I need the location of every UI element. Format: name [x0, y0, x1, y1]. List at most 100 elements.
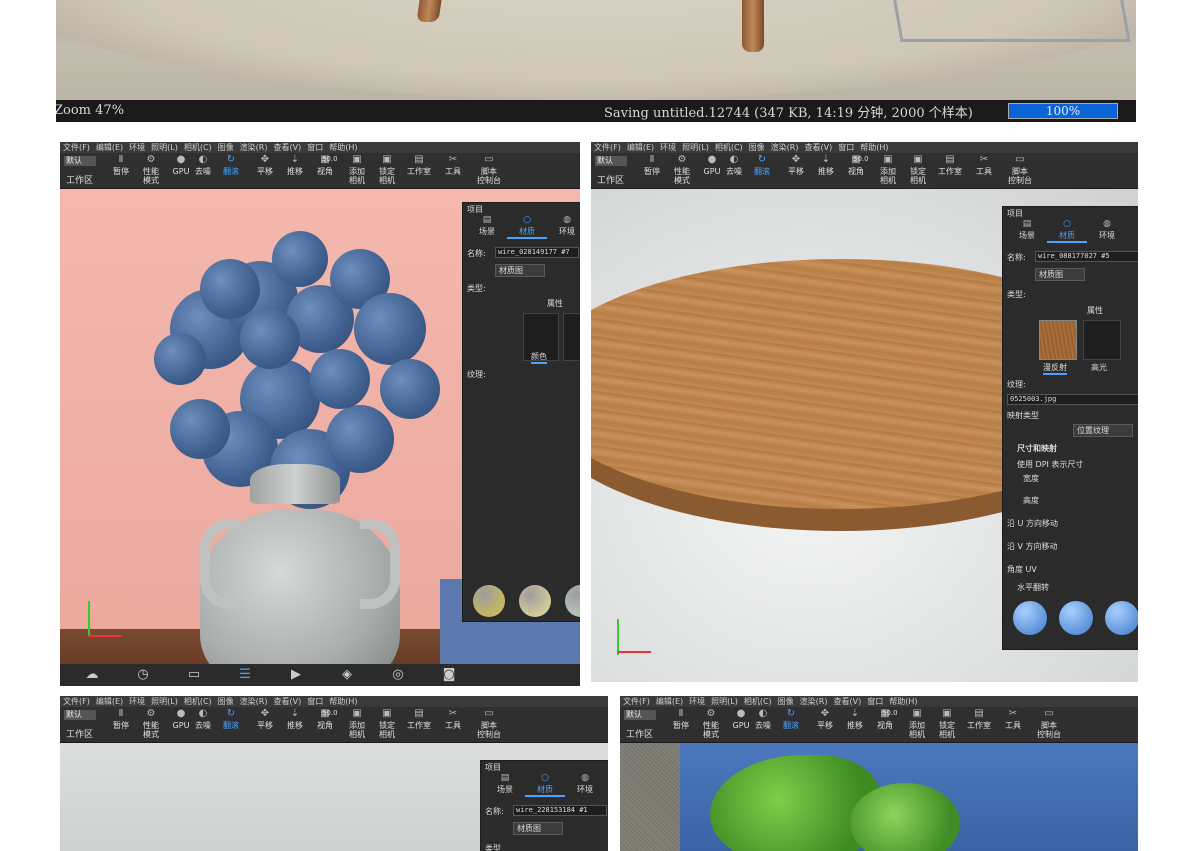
mapping-button[interactable]: 位置纹理	[1073, 424, 1133, 437]
material-swatch[interactable]	[1013, 601, 1047, 635]
menu-item[interactable]: 帮助(H)	[329, 143, 357, 152]
perf-mode-button[interactable]: ⚙ 性能 模式	[696, 707, 726, 743]
play-icon[interactable]: ▶	[286, 667, 306, 683]
menu-item[interactable]: 文件(F)	[623, 697, 650, 706]
diffuse-swatch[interactable]	[1039, 320, 1077, 360]
tab-material[interactable]: ○ 材质	[1047, 219, 1087, 243]
pan-button[interactable]: ✥ 平移	[250, 153, 280, 189]
cube-icon[interactable]: ◈	[337, 667, 357, 683]
tumble-button[interactable]: ↻ 翻滚	[747, 153, 777, 189]
menu-item[interactable]: 编辑(E)	[96, 697, 123, 706]
dolly-button[interactable]: ⇣ 推移	[811, 153, 841, 189]
menu-item[interactable]: 文件(F)	[63, 143, 90, 152]
tab-scene[interactable]: ▤ 场景	[485, 773, 525, 795]
menu-item[interactable]: 图像	[749, 143, 765, 152]
script-console-button[interactable]: ▭ 脚本 控制台	[474, 153, 504, 189]
lock-camera-button[interactable]: ▣ 锁定 相机	[372, 707, 402, 743]
script-console-button[interactable]: ▭ 脚本 控制台	[1005, 153, 1035, 189]
material-swatch[interactable]	[1059, 601, 1093, 635]
menu-item[interactable]: 查看(V)	[804, 143, 832, 152]
tab-scene[interactable]: ▤ 场景	[1007, 219, 1047, 241]
tumble-button[interactable]: ↻ 翻滚	[776, 707, 806, 743]
denoise-button[interactable]: ◐ 去噪	[719, 153, 749, 189]
dolly-button[interactable]: ⇣ 推移	[840, 707, 870, 743]
tumble-button[interactable]: ↻ 翻滚	[216, 153, 246, 189]
menu-item[interactable]: 渲染(R)	[240, 143, 268, 152]
menu-item[interactable]: 查看(V)	[273, 143, 301, 152]
menu-item[interactable]: 帮助(H)	[329, 697, 357, 706]
pause-button[interactable]: Ⅱ 暂停	[666, 707, 696, 743]
dolly-button[interactable]: ⇣ 推移	[280, 707, 310, 743]
menu-item[interactable]: 图像	[218, 143, 234, 152]
studio-button[interactable]: ▤ 工作室	[935, 153, 965, 189]
menu-item[interactable]: 相机(C)	[715, 143, 743, 152]
menu-item[interactable]: 编辑(E)	[656, 697, 683, 706]
menu-item[interactable]: 查看(V)	[273, 697, 301, 706]
add-camera-button[interactable]: ▣ 添加 相机	[342, 153, 372, 189]
menu-item[interactable]: 环境	[689, 697, 705, 706]
swatch-slot[interactable]	[563, 313, 580, 361]
texture-file-field[interactable]: 0525003.jpg	[1007, 394, 1138, 405]
lock-camera-button[interactable]: ▣ 锁定 相机	[903, 153, 933, 189]
material-graph-button[interactable]: 材质图	[495, 264, 545, 277]
pause-button[interactable]: Ⅱ 暂停	[637, 153, 667, 189]
material-graph-button[interactable]: 材质图	[1035, 268, 1085, 281]
fov-control[interactable]: ▦ 50.0 视角	[310, 153, 340, 189]
studio-button[interactable]: ▤ 工作室	[404, 153, 434, 189]
menu-item[interactable]: 环境	[129, 143, 145, 152]
tumble-button[interactable]: ↻ 翻滚	[216, 707, 246, 743]
menu-item[interactable]: 照明(L)	[711, 697, 738, 706]
camera-icon[interactable]: ◙	[439, 667, 459, 683]
fov-control[interactable]: ▦ 50.0 视角	[841, 153, 871, 189]
menu-item[interactable]: 相机(C)	[184, 697, 212, 706]
tools-button[interactable]: ✂ 工具	[438, 707, 468, 743]
menu-item[interactable]: 查看(V)	[833, 697, 861, 706]
perf-mode-button[interactable]: ⚙ 性能 模式	[136, 153, 166, 189]
menu-item[interactable]: 渲染(R)	[800, 697, 828, 706]
add-camera-button[interactable]: ▣ 添加 相机	[902, 707, 932, 743]
sphere-icon[interactable]: ◎	[388, 667, 408, 683]
material-name-field[interactable]: wire_028149177 #7	[495, 247, 579, 258]
tab-environment[interactable]: ◍ 环境	[547, 215, 580, 237]
menu-item[interactable]: 相机(C)	[744, 697, 772, 706]
menu-item[interactable]: 环境	[129, 697, 145, 706]
workspace-select[interactable]: 默认	[64, 710, 96, 720]
material-swatch[interactable]	[1105, 601, 1138, 635]
menu-item[interactable]: 文件(F)	[63, 697, 90, 706]
menu-item[interactable]: 窗口	[307, 143, 323, 152]
material-swatch[interactable]	[519, 585, 551, 617]
add-camera-button[interactable]: ▣ 添加 相机	[342, 707, 372, 743]
tab-environment[interactable]: ◍ 环境	[565, 773, 605, 795]
menu-item[interactable]: 照明(L)	[151, 697, 178, 706]
denoise-button[interactable]: ◐ 去噪	[188, 153, 218, 189]
render-viewport[interactable]	[620, 743, 1138, 851]
material-name-field[interactable]: wire_228153184 #1	[513, 805, 607, 816]
perf-mode-button[interactable]: ⚙ 性能 模式	[667, 153, 697, 189]
menu-item[interactable]: 编辑(E)	[627, 143, 654, 152]
menu-item[interactable]: 窗口	[867, 697, 883, 706]
lock-camera-button[interactable]: ▣ 锁定 相机	[372, 153, 402, 189]
tab-material[interactable]: ○ 材质	[507, 215, 547, 239]
script-console-button[interactable]: ▭ 脚本 控制台	[474, 707, 504, 743]
script-console-button[interactable]: ▭ 脚本 控制台	[1034, 707, 1064, 743]
menu-item[interactable]: 窗口	[838, 143, 854, 152]
menu-item[interactable]: 图像	[778, 697, 794, 706]
denoise-button[interactable]: ◐ 去噪	[748, 707, 778, 743]
material-name-field[interactable]: wire_088177027 #5	[1035, 251, 1138, 262]
clock-icon[interactable]: ◷	[133, 667, 153, 683]
menu-item[interactable]: 环境	[660, 143, 676, 152]
menu-item[interactable]: 渲染(R)	[240, 697, 268, 706]
material-swatch[interactable]	[565, 585, 580, 617]
fov-control[interactable]: ▦ 50.0 视角	[870, 707, 900, 743]
specular-swatch[interactable]	[1083, 320, 1121, 360]
workspace-select[interactable]: 默认	[624, 710, 656, 720]
studio-button[interactable]: ▤ 工作室	[404, 707, 434, 743]
fov-control[interactable]: ▦ 50.0 视角	[310, 707, 340, 743]
list-icon[interactable]: ☰	[235, 667, 255, 683]
menu-item[interactable]: 帮助(H)	[889, 697, 917, 706]
menu-item[interactable]: 渲染(R)	[771, 143, 799, 152]
dolly-button[interactable]: ⇣ 推移	[280, 153, 310, 189]
tab-scene[interactable]: ▤ 场景	[467, 215, 507, 237]
menu-item[interactable]: 图像	[218, 697, 234, 706]
denoise-button[interactable]: ◐ 去噪	[188, 707, 218, 743]
